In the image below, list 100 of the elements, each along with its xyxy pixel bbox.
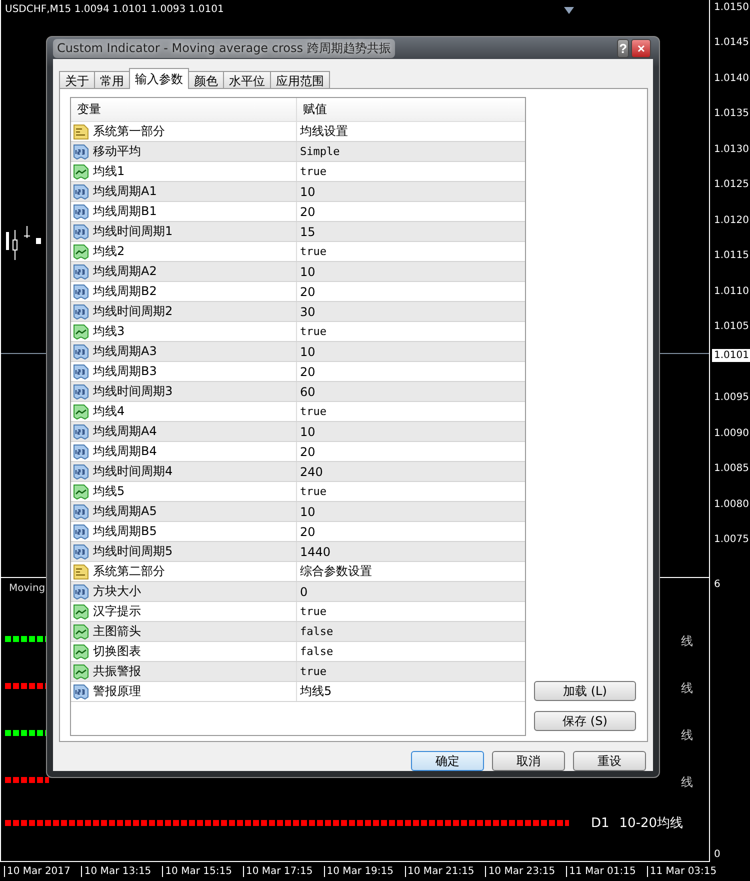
parameter-value[interactable]: false bbox=[297, 622, 525, 641]
close-button[interactable]: × bbox=[631, 38, 651, 58]
parameter-value[interactable]: 10 bbox=[297, 182, 525, 201]
parameter-value[interactable]: true bbox=[297, 482, 525, 501]
time-tick-label: 11 Mar 01:15 bbox=[566, 866, 636, 877]
dialog-button[interactable]: 取消 bbox=[492, 751, 565, 771]
parameter-name: 均线1 bbox=[93, 163, 125, 180]
column-header[interactable]: 赋值 bbox=[297, 98, 525, 121]
parameter-value[interactable]: 1440 bbox=[297, 542, 525, 561]
signal-label: 线 bbox=[681, 633, 693, 650]
tab[interactable]: 输入参数 bbox=[129, 68, 189, 89]
parameter-value[interactable]: 15 bbox=[297, 222, 525, 241]
parameter-value[interactable]: 10 bbox=[297, 262, 525, 281]
number-type-icon bbox=[73, 464, 89, 480]
boolean-type-icon bbox=[73, 624, 89, 640]
parameter-value[interactable]: 0 bbox=[297, 582, 525, 601]
parameter-value[interactable]: true bbox=[297, 602, 525, 621]
number-type-icon bbox=[73, 524, 89, 540]
parameter-value[interactable]: 20 bbox=[297, 442, 525, 461]
column-header[interactable]: 变量 bbox=[71, 98, 297, 121]
parameter-value[interactable]: true bbox=[297, 322, 525, 341]
tab[interactable]: 关于 bbox=[59, 71, 95, 89]
parameter-value[interactable]: true bbox=[297, 242, 525, 261]
parameter-name: 均线周期B2 bbox=[93, 283, 157, 300]
price-tick-label: 1.0115 bbox=[714, 250, 749, 262]
parameter-value[interactable]: 10 bbox=[297, 502, 525, 521]
time-tick-label: 10 Mar 23:15 bbox=[485, 866, 556, 877]
window-title: Custom Indicator - Moving average cross 跨周期趋势共振 bbox=[53, 38, 395, 58]
parameter-value[interactable]: 30 bbox=[297, 302, 525, 321]
time-tick-label: 10 Mar 21:15 bbox=[404, 866, 474, 877]
current-price-label: 1.0101 bbox=[712, 348, 750, 362]
time-tick-label: 10 Mar 2017 bbox=[4, 866, 70, 877]
parameter-name: 均线时间周期4 bbox=[93, 463, 173, 480]
number-type-icon bbox=[73, 184, 89, 200]
parameter-value[interactable]: 20 bbox=[297, 362, 525, 381]
number-type-icon bbox=[73, 144, 89, 160]
parameter-name: 均线时间周期3 bbox=[93, 383, 173, 400]
tab[interactable]: 水平位 bbox=[223, 71, 271, 89]
number-type-icon bbox=[73, 584, 89, 600]
parameter-name: 均线3 bbox=[93, 323, 125, 340]
time-tick-label: 10 Mar 17:15 bbox=[242, 866, 313, 877]
chart-symbol-label: USDCHF,M15 1.0094 1.0101 1.0093 1.0101 bbox=[5, 4, 224, 15]
parameter-value[interactable]: 10 bbox=[297, 422, 525, 441]
dialog-button[interactable]: 保存 (S) bbox=[534, 711, 636, 731]
parameter-name: 方块大小 bbox=[93, 583, 141, 600]
boolean-type-icon bbox=[73, 324, 89, 340]
price-tick-label: 1.0120 bbox=[714, 214, 749, 227]
number-type-icon bbox=[73, 304, 89, 320]
parameter-name: 均线周期A3 bbox=[93, 343, 157, 360]
parameter-name: 汉字提示 bbox=[93, 603, 141, 620]
number-type-icon bbox=[73, 424, 89, 440]
scale-max-label: 6 bbox=[714, 579, 722, 590]
parameter-value[interactable]: Simple bbox=[297, 142, 525, 161]
parameter-name: 均线周期A2 bbox=[93, 263, 157, 280]
tab[interactable]: 应用范围 bbox=[270, 71, 330, 89]
parameter-name: 均线周期A5 bbox=[93, 503, 157, 520]
parameter-name: 均线周期A4 bbox=[93, 423, 157, 440]
number-type-icon bbox=[73, 384, 89, 400]
boolean-type-icon bbox=[73, 164, 89, 180]
boolean-type-icon bbox=[73, 244, 89, 260]
parameter-name: 切换图表 bbox=[93, 643, 141, 660]
parameter-value[interactable]: 20 bbox=[297, 202, 525, 221]
price-tick-label: 1.0130 bbox=[714, 144, 749, 156]
number-type-icon bbox=[73, 364, 89, 380]
parameter-value[interactable]: true bbox=[297, 162, 525, 181]
parameter-name: 警报原理 bbox=[93, 683, 141, 700]
price-tick-label: 1.0135 bbox=[714, 108, 749, 120]
tab[interactable]: 常用 bbox=[94, 71, 130, 89]
parameter-value[interactable]: 20 bbox=[297, 282, 525, 301]
price-tick-label: 1.0110 bbox=[714, 286, 749, 298]
price-tick-label: 1.0095 bbox=[714, 392, 749, 404]
dialog-button[interactable]: 确定 bbox=[411, 751, 484, 771]
signal-label: 线 bbox=[681, 680, 693, 697]
parameter-value[interactable]: 60 bbox=[297, 382, 525, 401]
parameter-name: 均线4 bbox=[93, 403, 125, 420]
signal-label: 10-20均线 bbox=[619, 815, 684, 832]
parameter-value[interactable]: 20 bbox=[297, 522, 525, 541]
parameter-value[interactable]: 10 bbox=[297, 342, 525, 361]
parameter-name: 移动平均 bbox=[93, 143, 141, 160]
price-tick-label: 1.0085 bbox=[714, 463, 749, 476]
parameter-value[interactable]: false bbox=[297, 642, 525, 661]
price-tick-label: 1.0150 bbox=[714, 2, 749, 14]
parameter-name: 均线2 bbox=[93, 243, 125, 260]
price-tick-label: 1.0140 bbox=[714, 72, 749, 85]
dialog-button[interactable]: 加载 (L) bbox=[534, 681, 636, 701]
parameter-name: 主图箭头 bbox=[93, 623, 141, 640]
parameter-value[interactable]: 综合参数设置 bbox=[297, 562, 525, 581]
parameter-value[interactable]: 240 bbox=[297, 462, 525, 481]
number-type-icon bbox=[73, 684, 89, 700]
boolean-type-icon bbox=[73, 604, 89, 620]
boolean-type-icon bbox=[73, 664, 89, 680]
parameter-value[interactable]: true bbox=[297, 662, 525, 681]
parameter-value[interactable]: 均线设置 bbox=[297, 122, 525, 141]
parameter-name: 均线周期B1 bbox=[93, 203, 157, 220]
indicator-label: Moving bbox=[9, 582, 46, 596]
parameter-name: 系统第一部分 bbox=[93, 123, 165, 140]
number-type-icon bbox=[73, 344, 89, 360]
dialog-button[interactable]: 重设 bbox=[573, 751, 646, 771]
parameter-value[interactable]: true bbox=[297, 402, 525, 421]
parameter-value[interactable]: 均线5 bbox=[297, 682, 525, 701]
